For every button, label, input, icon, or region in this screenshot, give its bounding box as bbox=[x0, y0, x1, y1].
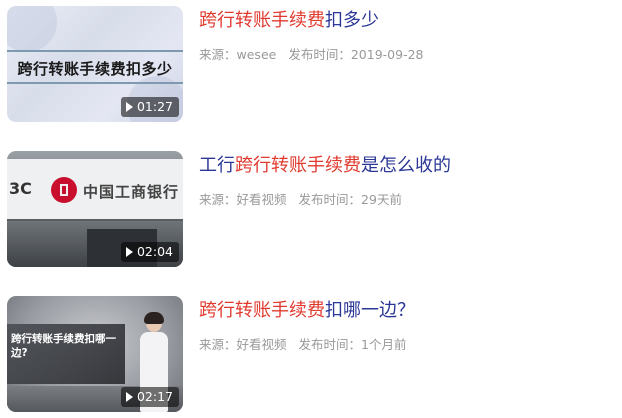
video-thumbnail[interactable]: 跨行转账手续费扣哪一边? 02:17 bbox=[7, 296, 183, 412]
time-label: 发布时间： bbox=[298, 192, 362, 207]
result-info: 工行跨行转账手续费是怎么收的 来源：好看视频 发布时间：29天前 bbox=[199, 153, 622, 208]
thumb-bc-text: 3C bbox=[9, 179, 32, 198]
thumb-decoration bbox=[7, 6, 57, 52]
thumb-caption: 跨行转账手续费扣多少 bbox=[17, 60, 173, 78]
play-icon bbox=[125, 102, 133, 112]
title-highlight: 跨行转账手续费 bbox=[199, 10, 325, 31]
bank-logo-icon bbox=[51, 177, 77, 203]
result-info: 跨行转账手续费扣多少 来源：wesee 发布时间：2019-09-28 bbox=[199, 8, 622, 63]
duration-text: 02:17 bbox=[136, 389, 173, 404]
source-label: 来源： bbox=[199, 337, 237, 352]
duration-text: 01:27 bbox=[136, 99, 173, 114]
title-highlight: 跨行转账手续费 bbox=[199, 300, 325, 321]
source-name: wesee bbox=[236, 47, 277, 62]
video-result-item[interactable]: 跨行转账手续费扣多少 01:27 跨行转账手续费扣多少 来源：wesee 发布时间… bbox=[0, 0, 622, 122]
duration-badge: 02:17 bbox=[120, 387, 179, 407]
video-thumbnail[interactable]: 跨行转账手续费扣多少 01:27 bbox=[7, 6, 183, 122]
result-title-link[interactable]: 跨行转账手续费扣哪一边？ bbox=[199, 298, 622, 324]
duration-badge: 02:04 bbox=[120, 242, 179, 262]
publish-time: 2019-09-28 bbox=[350, 47, 424, 62]
duration-text: 02:04 bbox=[136, 244, 173, 259]
result-meta: 来源：wesee 发布时间：2019-09-28 bbox=[199, 44, 622, 63]
result-title-link[interactable]: 工行跨行转账手续费是怎么收的 bbox=[199, 153, 622, 179]
publish-time: 29天前 bbox=[361, 192, 402, 207]
publish-time: 1个月前 bbox=[361, 337, 407, 352]
time-label: 发布时间： bbox=[288, 47, 351, 62]
time-label: 发布时间： bbox=[298, 337, 362, 352]
source-label: 来源： bbox=[199, 47, 237, 62]
title-suffix: 扣多少 bbox=[325, 10, 379, 31]
video-thumbnail[interactable]: 3C 中国工商银行 02:04 bbox=[7, 151, 183, 267]
title-highlight: 跨行转账手续费 bbox=[235, 155, 361, 176]
thumb-bank-name: 中国工商银行 bbox=[83, 183, 180, 201]
source-name: 好看视频 bbox=[236, 192, 287, 207]
video-result-item[interactable]: 跨行转账手续费扣哪一边? 02:17 跨行转账手续费扣哪一边？ 来源：好看视频发… bbox=[0, 290, 622, 412]
play-icon bbox=[125, 392, 133, 402]
play-icon bbox=[125, 247, 133, 257]
title-suffix: 扣哪一边？ bbox=[325, 300, 415, 321]
result-info: 跨行转账手续费扣哪一边？ 来源：好看视频 发布时间：1个月前 bbox=[199, 298, 622, 353]
thumb-line bbox=[7, 50, 183, 52]
result-meta: 来源：好看视频 发布时间：29天前 bbox=[199, 189, 622, 208]
thumb-line bbox=[7, 82, 183, 84]
result-title-link[interactable]: 跨行转账手续费扣多少 bbox=[199, 8, 622, 34]
source-label: 来源： bbox=[199, 192, 237, 207]
title-suffix: 是怎么收的 bbox=[361, 155, 451, 176]
thumb-caption: 跨行转账手续费扣哪一边? bbox=[11, 333, 116, 359]
result-meta: 来源：好看视频 发布时间：1个月前 bbox=[199, 334, 622, 353]
title-prefix: 工行 bbox=[199, 155, 235, 176]
source-name: 好看视频 bbox=[236, 337, 287, 352]
video-result-item[interactable]: 3C 中国工商银行 02:04 工行跨行转账手续费是怎么收的 来源：好看视频 发布… bbox=[0, 145, 622, 267]
duration-badge: 01:27 bbox=[120, 97, 179, 117]
